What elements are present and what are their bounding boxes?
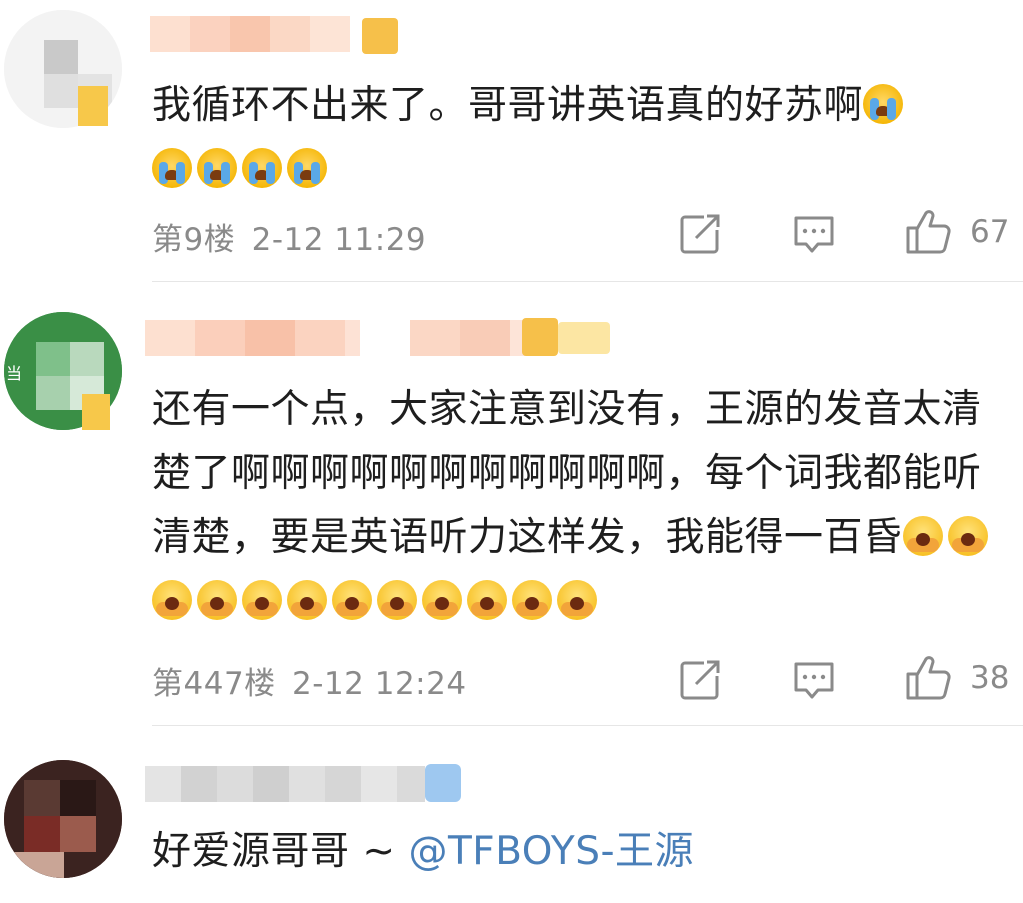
comment-icon[interactable]: [792, 212, 836, 256]
comment-text-content: 我循环不出来了。哥哥讲英语真的好苏啊: [152, 83, 864, 128]
comment-item: 好爱源哥哥 ~ @TFBOYS-王源: [0, 726, 1023, 903]
level-badge-icon: [362, 18, 398, 54]
scared-emoji: [557, 580, 597, 620]
badge-icon: [558, 322, 610, 354]
floor-number: 第447楼: [152, 666, 276, 702]
scared-emoji: [242, 580, 282, 620]
level-badge-icon: [522, 318, 558, 356]
verified-badge-icon: [425, 764, 461, 802]
scared-emoji: [512, 580, 552, 620]
avatar[interactable]: [4, 760, 122, 878]
thumbs-up-icon[interactable]: [904, 208, 952, 256]
like-count: 38: [970, 660, 1010, 696]
vip-badge-icon: [82, 394, 110, 430]
scared-emoji: [902, 516, 943, 556]
username[interactable]: [150, 16, 360, 52]
thumbs-up-icon[interactable]: [904, 654, 952, 702]
timestamp: 2-12 12:24: [292, 666, 467, 702]
cry-emoji: [152, 148, 192, 188]
cry-emoji: [863, 84, 904, 124]
comment-text-content: 好爱源哥哥 ~: [152, 829, 409, 874]
comment-item: 当 还有一个点，大家注意到没有，王源的发音太清楚了啊啊啊啊啊啊啊啊啊啊啊，每个词…: [0, 282, 1023, 726]
like-count: 67: [970, 214, 1010, 250]
scared-emoji: [332, 580, 372, 620]
comment-meta: 第447楼 2-12 12:24: [152, 658, 467, 703]
scared-emoji: [947, 516, 988, 556]
scared-emoji: [377, 580, 417, 620]
comment-icon[interactable]: [792, 658, 836, 702]
scared-emoji: [467, 580, 507, 620]
comment-item: 我循环不出来了。哥哥讲英语真的好苏啊 第9楼 2-12 11:29 67: [0, 0, 1023, 282]
comment-text: 还有一个点，大家注意到没有，王源的发音太清楚了啊啊啊啊啊啊啊啊啊啊啊，每个词我都…: [152, 378, 1012, 634]
mention-link[interactable]: @TFBOYS-王源: [408, 829, 694, 874]
comment-text-content: 还有一个点，大家注意到没有，王源的发音太清楚了啊啊啊啊啊啊啊啊啊啊啊，每个词我都…: [152, 387, 982, 560]
username[interactable]: [145, 766, 425, 802]
share-edit-icon[interactable]: [678, 658, 722, 702]
scared-emoji: [287, 580, 327, 620]
timestamp: 2-12 11:29: [251, 222, 427, 258]
floor-number: 第9楼: [152, 222, 236, 258]
comment-meta: 第9楼 2-12 11:29: [152, 214, 426, 259]
scared-emoji: [152, 580, 192, 620]
comment-text: 好爱源哥哥 ~ @TFBOYS-王源: [152, 820, 1012, 884]
scared-emoji: [197, 580, 237, 620]
cry-emoji: [242, 148, 282, 188]
cry-emoji: [287, 148, 327, 188]
cry-emoji: [197, 148, 237, 188]
vip-badge-icon: [78, 86, 108, 126]
comment-text: 我循环不出来了。哥哥讲英语真的好苏啊: [152, 74, 1012, 202]
scared-emoji: [422, 580, 462, 620]
share-edit-icon[interactable]: [678, 212, 722, 256]
avatar-label: 当: [6, 364, 23, 383]
